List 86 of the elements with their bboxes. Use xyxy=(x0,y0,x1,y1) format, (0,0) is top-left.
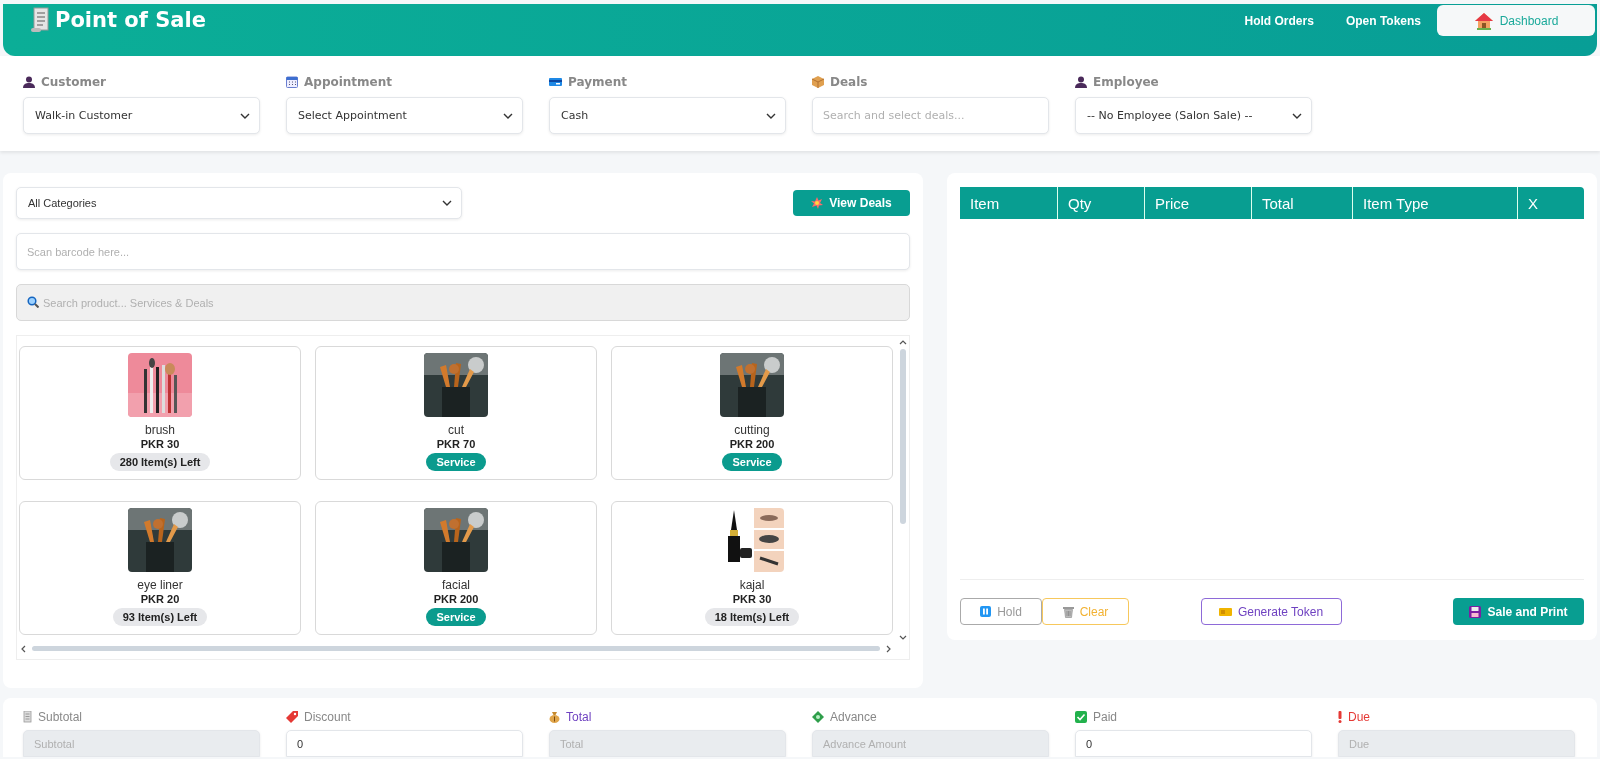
tag-icon xyxy=(286,711,298,723)
product-price: PKR 20 xyxy=(140,593,180,605)
chevron-down-icon xyxy=(766,112,776,119)
product-name: cutting xyxy=(734,423,770,437)
service-badge: Service xyxy=(426,453,486,471)
horizontal-scrollbar[interactable] xyxy=(21,644,891,653)
app-title: Point of Sale xyxy=(55,8,206,32)
service-badge: Service xyxy=(426,608,486,626)
box-icon xyxy=(812,76,824,88)
field-label: Deals xyxy=(830,75,868,89)
search-field[interactable]: Search and select deals... xyxy=(812,97,1049,134)
scroll-left-icon xyxy=(21,644,26,653)
select-field[interactable]: -- No Employee (Salon Sale) -- xyxy=(1075,97,1312,134)
search-field[interactable]: Search product... Services & Deals xyxy=(16,284,910,321)
credit-card-icon xyxy=(549,77,562,87)
stock-badge: 280 Item(s) Left xyxy=(109,453,211,471)
barcode-field[interactable]: Scan barcode here... xyxy=(16,233,910,270)
category-select[interactable]: All Categories xyxy=(16,187,462,219)
field-label: Discount xyxy=(304,710,351,724)
receipt-icon xyxy=(31,7,51,33)
field-label: Appointment xyxy=(304,75,393,89)
receipt-icon xyxy=(23,711,32,723)
select-field[interactable]: Cash xyxy=(549,97,786,134)
generate-token-button[interactable]: Generate Token xyxy=(1200,598,1342,625)
vertical-scrollbar[interactable] xyxy=(898,340,907,640)
product-name: brush xyxy=(145,423,175,437)
column-header: Total xyxy=(1251,187,1353,219)
field-label: Advance xyxy=(830,710,877,724)
select-field[interactable]: Walk-in Customer xyxy=(23,97,260,134)
person-icon xyxy=(1075,76,1087,88)
amount-field[interactable]: Total xyxy=(549,730,786,757)
product-card[interactable]: cutting PKR 200 Service xyxy=(611,346,893,480)
exclamation-icon xyxy=(1338,711,1342,723)
product-name: facial xyxy=(442,578,470,592)
product-name: cut xyxy=(448,423,464,437)
field-label: Subtotal xyxy=(38,710,83,724)
product-card[interactable]: brush PKR 30 280 Item(s) Left xyxy=(19,346,301,480)
search-icon xyxy=(27,296,39,308)
burst-icon xyxy=(811,197,824,209)
select-field[interactable]: Select Appointment xyxy=(286,97,523,134)
product-card[interactable]: cut PKR 70 Service xyxy=(315,346,597,480)
column-header: Item Type xyxy=(1352,187,1518,219)
column-header: Qty xyxy=(1057,187,1145,219)
product-name: eye liner xyxy=(137,578,183,592)
chevron-down-icon xyxy=(503,112,513,119)
product-card[interactable]: facial PKR 200 Service xyxy=(315,501,597,635)
ticket-icon xyxy=(1218,607,1232,616)
checkbox-icon xyxy=(1075,711,1087,723)
person-icon xyxy=(23,76,35,88)
chevron-down-icon xyxy=(442,200,452,206)
amount-field[interactable]: 0 xyxy=(1075,730,1312,757)
product-price: PKR 70 xyxy=(436,438,476,450)
column-header: X xyxy=(1517,187,1584,219)
amount-field[interactable]: 0 xyxy=(286,730,523,757)
trash-icon xyxy=(1062,605,1074,618)
amount-field[interactable]: Advance Amount xyxy=(812,730,1049,757)
field-label: Total xyxy=(566,710,592,724)
column-header: Item xyxy=(960,187,1058,219)
product-price: PKR 30 xyxy=(140,438,180,450)
column-header: Price xyxy=(1144,187,1252,219)
scroll-down-icon xyxy=(898,635,907,640)
product-card[interactable]: kajal PKR 30 18 Item(s) Left xyxy=(611,501,893,635)
product-price: PKR 200 xyxy=(433,593,479,605)
scroll-right-icon xyxy=(886,644,891,653)
product-card[interactable]: eye liner PKR 20 93 Item(s) Left xyxy=(19,501,301,635)
chevron-down-icon xyxy=(1292,112,1302,119)
house-icon xyxy=(1473,11,1494,30)
stock-badge: 93 Item(s) Left xyxy=(112,608,208,626)
chevron-down-icon xyxy=(240,112,250,119)
field-label: Payment xyxy=(568,75,627,89)
money-bag-icon xyxy=(549,711,560,723)
product-price: PKR 30 xyxy=(732,593,772,605)
field-label: Paid xyxy=(1093,710,1118,724)
money-icon xyxy=(812,711,824,723)
calendar-icon xyxy=(286,76,298,88)
amount-field[interactable]: Subtotal xyxy=(23,730,260,757)
stock-badge: 18 Item(s) Left xyxy=(704,608,800,626)
field-label: Employee xyxy=(1093,75,1159,89)
service-badge: Service xyxy=(722,453,782,471)
product-price: PKR 200 xyxy=(729,438,775,450)
product-name: kajal xyxy=(739,578,765,592)
scroll-up-icon xyxy=(898,340,907,345)
amount-field[interactable]: Due xyxy=(1338,730,1575,757)
field-label: Customer xyxy=(41,75,107,89)
pause-icon xyxy=(980,606,992,617)
field-label: Due xyxy=(1348,710,1370,724)
